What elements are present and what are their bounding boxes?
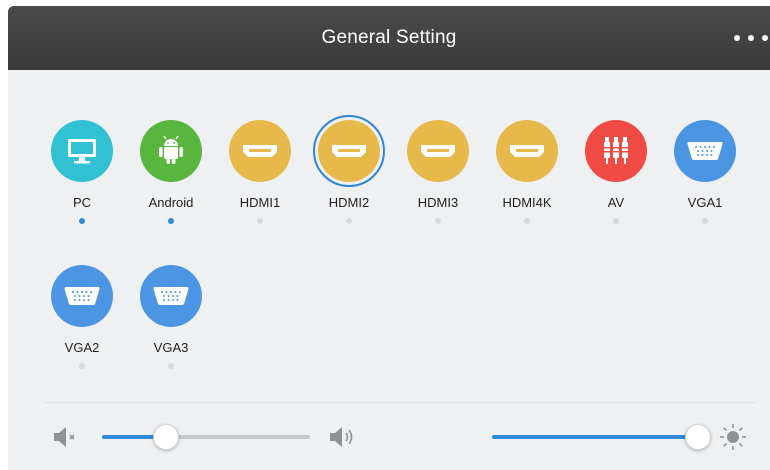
source-status-indicator: [613, 218, 619, 224]
source-status-indicator: [702, 218, 708, 224]
source-vga2[interactable]: VGA2: [37, 265, 127, 387]
source-status-indicator: [435, 218, 441, 224]
vga-icon: [674, 120, 736, 182]
sun-icon[interactable]: [718, 422, 748, 457]
source-label: PC: [72, 195, 92, 210]
general-setting-panel: General Setting PC Android HDMI1 HDMI2 H…: [8, 6, 770, 470]
slider-row: [8, 418, 770, 458]
source-label: HDMI4K: [502, 195, 552, 210]
panel-title: General Setting: [321, 27, 457, 48]
source-pc[interactable]: PC: [37, 120, 127, 242]
source-vga1[interactable]: VGA1: [660, 120, 750, 242]
input-source-grid: PC Android HDMI1 HDMI2 HDMI3 HDMI4K AV V…: [8, 70, 770, 400]
hdmi-icon: [229, 120, 291, 182]
brightness-slider-knob[interactable]: [684, 424, 711, 450]
divider: [44, 402, 756, 403]
hdmi-icon: [318, 120, 380, 182]
moon-icon[interactable]: [445, 424, 469, 455]
source-hdmi3[interactable]: HDMI3: [393, 120, 483, 242]
more-horiz-icon[interactable]: [734, 28, 768, 48]
source-status-indicator: [257, 218, 263, 224]
vga-icon: [140, 265, 202, 327]
hdmi-icon: [496, 120, 558, 182]
monitor-icon: [51, 120, 113, 182]
source-label: HDMI2: [328, 195, 370, 210]
source-status-indicator: [79, 218, 85, 224]
source-vga3[interactable]: VGA3: [126, 265, 216, 387]
volume-mute-icon[interactable]: [52, 425, 80, 454]
brightness-slider-track[interactable]: [492, 435, 702, 439]
source-hdmi1[interactable]: HDMI1: [215, 120, 305, 242]
source-status-indicator: [168, 363, 174, 369]
source-label: HDMI3: [417, 195, 459, 210]
title-bar: General Setting: [8, 6, 770, 70]
volume-slider-track[interactable]: [102, 435, 310, 439]
source-android[interactable]: Android: [126, 120, 216, 242]
source-label: HDMI1: [239, 195, 281, 210]
vga-icon: [51, 265, 113, 327]
source-hdmi4k[interactable]: HDMI4K: [482, 120, 572, 242]
source-label: Android: [148, 195, 194, 210]
volume-slider-knob[interactable]: [153, 424, 180, 450]
source-status-indicator: [168, 218, 174, 224]
rca-icon: [585, 120, 647, 182]
source-status-indicator: [346, 218, 352, 224]
source-label: VGA3: [153, 340, 189, 355]
source-hdmi2[interactable]: HDMI2: [304, 115, 394, 242]
hdmi-icon: [407, 120, 469, 182]
source-status-indicator: [524, 218, 530, 224]
volume-up-icon[interactable]: [328, 425, 358, 454]
source-label: VGA2: [64, 340, 100, 355]
source-av[interactable]: AV: [571, 120, 661, 242]
source-label: VGA1: [687, 195, 723, 210]
brightness-slider-fill: [492, 435, 698, 439]
source-status-indicator: [79, 363, 85, 369]
source-label: AV: [607, 195, 625, 210]
android-icon: [140, 120, 202, 182]
